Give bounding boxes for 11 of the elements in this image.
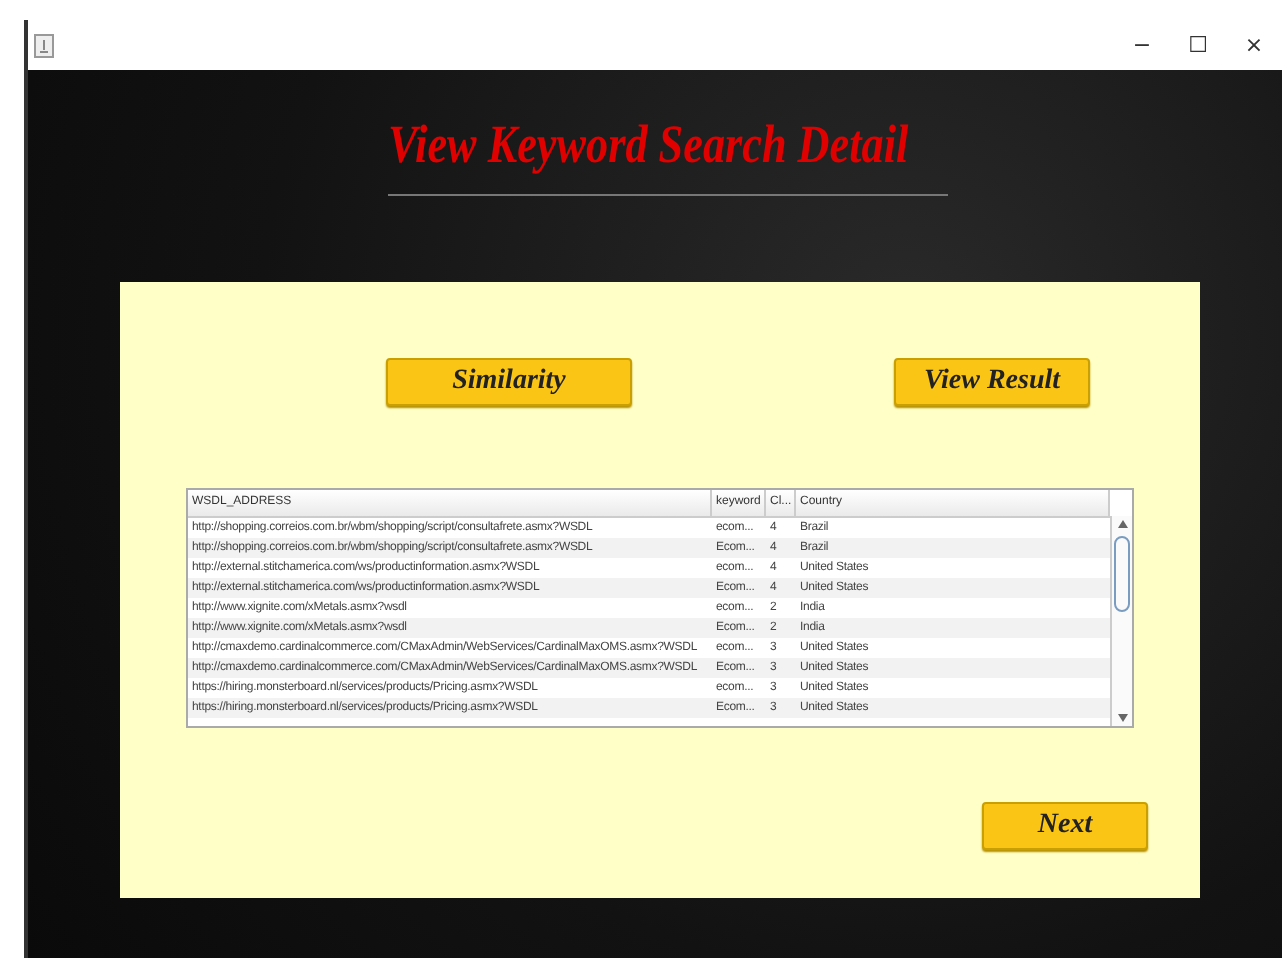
page-heading: View Keyword Search Detail — [388, 112, 909, 178]
maximize-button[interactable]: ☐ — [1170, 32, 1226, 58]
minimize-button[interactable]: − — [1114, 32, 1170, 58]
close-button[interactable]: × — [1226, 32, 1282, 58]
scroll-down-icon[interactable] — [1117, 714, 1127, 722]
app-icon — [34, 33, 54, 57]
view-result-button[interactable]: View Result — [894, 358, 1090, 406]
scrollbar[interactable] — [1110, 516, 1132, 726]
scroll-up-icon[interactable] — [1117, 520, 1127, 528]
next-button[interactable]: Next — [982, 802, 1148, 850]
similarity-button[interactable]: Similarity — [386, 358, 632, 406]
